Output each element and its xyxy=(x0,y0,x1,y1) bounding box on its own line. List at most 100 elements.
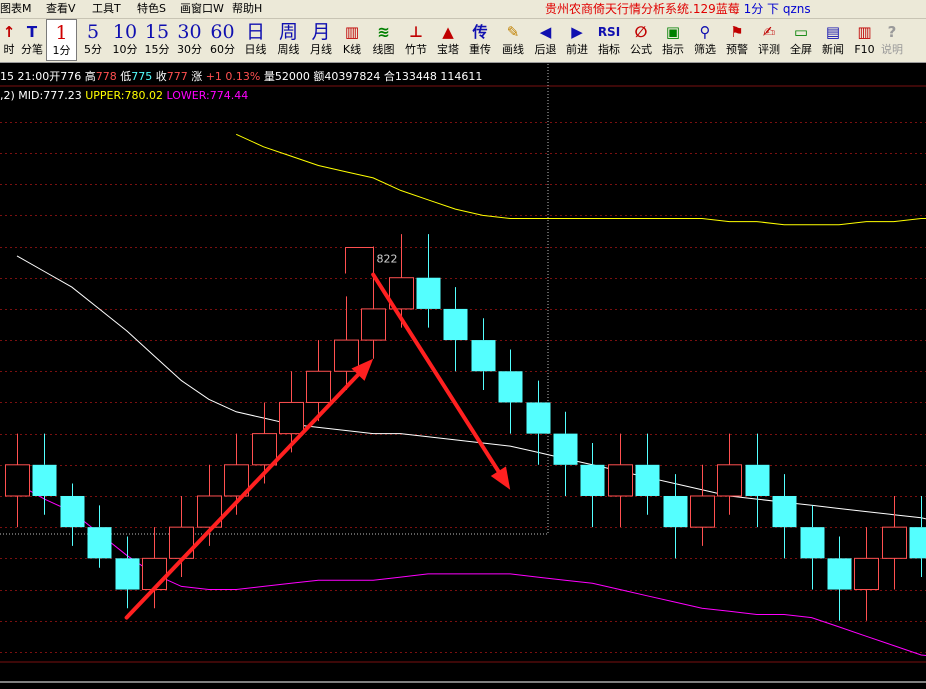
candle-down xyxy=(60,483,85,546)
candle-down xyxy=(827,536,852,621)
high-bracket xyxy=(345,247,374,274)
toolbar-button-kline[interactable]: ▥ K线 xyxy=(337,19,367,61)
close-label: 收 xyxy=(155,70,167,83)
quote-line: 15 21:00开776 高778 低775 收777 涨 +1 0.13% 量… xyxy=(0,70,482,84)
toolbar-f10-icon: ▥ xyxy=(857,23,872,41)
toolbar-button-zhongchuan[interactable]: 传重传 xyxy=(464,19,496,61)
high-marker-label: 822 xyxy=(377,253,398,266)
menu-view[interactable]: 查看V xyxy=(46,1,76,17)
candle-body xyxy=(32,464,57,496)
toolbar-pw-icon: 周 xyxy=(278,21,298,43)
candle-down xyxy=(553,411,578,496)
menu-window[interactable]: 画窗口W xyxy=(180,1,224,17)
candle-down xyxy=(115,536,140,609)
toolbar-button-shaixuan[interactable]: ⚲ 筛选 xyxy=(689,19,721,61)
open-label: 开 xyxy=(49,70,61,83)
candle-body xyxy=(279,401,304,435)
menu-tools[interactable]: 工具T xyxy=(92,1,121,17)
lower-value: 774.44 xyxy=(209,89,249,102)
toolbar-qianjin-icon: ▶ xyxy=(571,23,583,41)
toolbar-button-gongshi[interactable]: ∅ 公式 xyxy=(625,19,657,61)
toolbar-p60-label: 60分 xyxy=(210,43,235,56)
candle-body xyxy=(800,527,825,559)
toolbar-p1-icon: 1 xyxy=(55,22,68,44)
candle-body xyxy=(334,339,359,372)
oi-label: 合 xyxy=(383,70,395,83)
toolbar-p1-label: 1分 xyxy=(52,44,71,57)
toolbar-button-huaxian[interactable]: ✎ 画线 xyxy=(496,19,530,61)
toolbar-button-fenbi[interactable]: T 分笔 xyxy=(18,19,46,61)
candle-up xyxy=(389,234,414,328)
toolbar-button-p10[interactable]: 10 10分 xyxy=(109,19,141,61)
toolbar-zhongchuan-icon: 传 xyxy=(472,23,488,41)
candle-body xyxy=(882,526,907,559)
toolbar-button-p1[interactable]: 1 1分 xyxy=(46,19,77,61)
toolbar-gongshi-label: 公式 xyxy=(630,43,652,56)
candle-body xyxy=(361,308,386,341)
candle-down xyxy=(416,234,441,328)
high-label: 高 xyxy=(84,70,96,83)
menu-special[interactable]: 特色S xyxy=(137,1,166,17)
toolbar-button-tick[interactable]: ↑ 时 xyxy=(0,19,18,61)
toolbar-p15-label: 15分 xyxy=(144,43,170,56)
candle-down xyxy=(909,495,926,578)
toolbar-button-zhibiao[interactable]: RSI 指标 xyxy=(593,19,625,61)
toolbar-button-pw[interactable]: 周周线 xyxy=(272,19,305,61)
app-title: 贵州农商倚天行情分析系统.129蓝莓 1分 下 qzns xyxy=(545,1,811,17)
toolbar-button-zhishi[interactable]: ▣ 指示 xyxy=(657,19,689,61)
candle-down xyxy=(471,318,496,390)
mid-value: 777.23 xyxy=(43,89,82,102)
candle-down xyxy=(800,505,825,590)
change-percent: 0.13% xyxy=(225,70,261,83)
volume-value: 52000 xyxy=(274,70,310,83)
toolbar-xinwen-label: 新闻 xyxy=(822,43,844,56)
candle-down xyxy=(663,474,688,559)
menu-help[interactable]: 帮助H xyxy=(232,1,262,17)
candle-body xyxy=(580,464,605,496)
toolbar-huaxian-icon: ✎ xyxy=(506,23,520,41)
toolbar-button-yujing[interactable]: ⚑ 预警 xyxy=(721,19,753,61)
toolbar-button-baota[interactable]: ▲ 宝塔 xyxy=(432,19,464,61)
lower-label: LOWER: xyxy=(166,89,210,102)
toolbar-button-xiantu[interactable]: ≋ 线图 xyxy=(367,19,400,61)
candle-up xyxy=(882,495,907,590)
candle-body xyxy=(115,558,140,590)
toolbar-button-houtui[interactable]: ◀ 后退 xyxy=(530,19,561,61)
down-arrow-head xyxy=(490,466,511,490)
toolbar-zhishi-label: 指示 xyxy=(662,43,684,56)
toolbar-huaxian-label: 画线 xyxy=(502,43,524,56)
toolbar-button-p15[interactable]: 15 15分 xyxy=(141,19,173,61)
toolbar-fenbi-icon: T xyxy=(26,23,38,41)
change-label: 涨 xyxy=(191,70,203,83)
toolbar-pm-icon: 月 xyxy=(311,21,331,43)
candle-body xyxy=(526,402,551,434)
upper-value: 780.02 xyxy=(124,89,164,102)
toolbar-button-p30[interactable]: 30 30分 xyxy=(173,19,206,61)
toolbar-button-pingce[interactable]: ✍ 评测 xyxy=(753,19,785,61)
indicator-line: ,2) MID:777.23 UPPER:780.02 LOWER:774.44 xyxy=(0,89,248,103)
toolbar-button-p60[interactable]: 60 60分 xyxy=(206,19,239,61)
toolbar-button-p5[interactable]: 5 5分 xyxy=(77,19,109,61)
toolbar-button-f10[interactable]: ▥ F10 xyxy=(849,19,880,61)
candle-down xyxy=(526,380,551,465)
down-arrow xyxy=(371,272,511,490)
candle-up xyxy=(854,527,879,621)
toolbar-p5-label: 5分 xyxy=(84,43,102,56)
boll-mid-line xyxy=(16,255,926,520)
toolbar-button-quanping[interactable]: ▭ 全屏 xyxy=(785,19,817,61)
toolbar-shuoming-icon: ? xyxy=(887,23,897,41)
amount-value: 40397824 xyxy=(324,70,381,83)
candle-up xyxy=(279,371,304,453)
toolbar-button-zhujie[interactable]: ⊥ 竹节 xyxy=(400,19,432,61)
toolbar-button-pm[interactable]: 月月线 xyxy=(305,19,337,61)
toolbar-button-xinwen[interactable]: ▤ 新闻 xyxy=(817,19,849,61)
menu-chart[interactable]: 图表M xyxy=(0,1,32,17)
toolbar-f10-label: F10 xyxy=(854,43,875,56)
toolbar-button-qianjin[interactable]: ▶ 前进 xyxy=(561,19,593,61)
candle-body xyxy=(87,527,112,559)
kline-chart: 822 xyxy=(0,64,926,683)
toolbar-p10-icon: 10 xyxy=(112,21,138,43)
toolbar-p30-icon: 30 xyxy=(177,21,202,43)
candle-body xyxy=(142,557,167,591)
toolbar-button-pd[interactable]: 日日线 xyxy=(239,19,272,61)
